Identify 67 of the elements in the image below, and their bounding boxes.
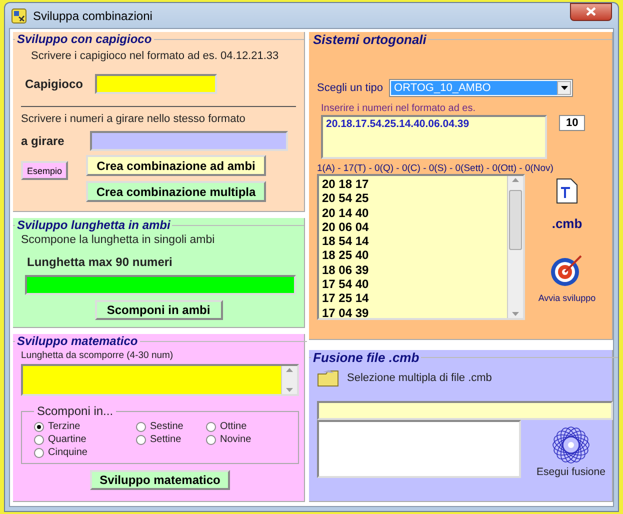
window-title: Sviluppa combinazioni (33, 8, 154, 22)
radio-option[interactable]: Novine (206, 433, 286, 446)
field-label: Capigioco (24, 77, 84, 91)
combination-row-text: 20 06 04 (322, 220, 370, 234)
section-title: Sistemi ortogonali (312, 32, 428, 47)
combination-row-text: 20 18 17 (322, 177, 370, 192)
combinations-list[interactable]: 20 18 17 20 54 25 20 14 40 20 06 04 18 54 14 18 25 40 18 06 39 17 54 40 17 25 14 17 04 39 (317, 174, 525, 320)
combination-row-text: 17 54 40 (322, 277, 370, 292)
lunghetta-area[interactable] (21, 364, 299, 396)
section-title: Sviluppo matematico (16, 334, 139, 348)
hint-text: Scrivere i capigioco nel formato ad es. 04.12.21.33 (31, 50, 279, 62)
scroll-down-icon[interactable] (512, 312, 519, 316)
radio-option[interactable]: Sestine (136, 420, 200, 433)
summary-text: 1(A) - 17(T) - 0(Q) - 0(C) - 0(S) - 0(Sett) - 0(Ott) - 0(Nov) (317, 163, 554, 174)
radio-option[interactable]: Ottine (206, 420, 286, 433)
radio-option[interactable]: Quartine (34, 433, 130, 446)
folder-icon[interactable] (317, 369, 339, 387)
radio-option[interactable]: Settine (136, 433, 200, 446)
section-title: Sviluppo lunghetta in ambi (16, 218, 172, 232)
close-button[interactable] (570, 3, 612, 20)
field-label: Lunghetta max 90 numeri (27, 255, 172, 269)
spiral-icon[interactable] (552, 426, 590, 464)
scroll-up-icon[interactable] (512, 178, 519, 182)
path-field[interactable] (317, 401, 613, 420)
numbers-area[interactable]: 20.18.17.54.25.14.40.06.04.39 (321, 115, 547, 159)
files-list[interactable] (317, 420, 521, 478)
hint-text: Scompone la lunghetta in singoli ambi (21, 234, 216, 246)
field-label: a girare (21, 134, 64, 148)
combination-row-text: 20 14 40 (322, 206, 370, 220)
numbers-field[interactable] (90, 131, 288, 151)
create-button[interactable]: Crea combinazione ad ambi (86, 155, 266, 176)
extension-label: .cmb (552, 216, 582, 231)
group-title: Scomponi in... (36, 404, 114, 418)
run-label: Esegui fusione (536, 466, 606, 478)
section-title: Sviluppo con capigioco (16, 32, 153, 46)
scrollbar[interactable] (507, 176, 523, 318)
dropdown-value: ORTOG_10_AMBO (391, 81, 558, 95)
target-icon[interactable] (550, 253, 584, 287)
radio-option[interactable]: Terzine (34, 420, 130, 433)
capigioco-field[interactable] (95, 74, 218, 94)
develop-button[interactable]: Sviluppo matematico (90, 470, 230, 490)
numbers-label: Inserire i numeri nel formato ad es. (321, 103, 476, 114)
field-label: Lunghetta da scomporre (4-30 num) (21, 350, 174, 361)
caret-icon (560, 86, 568, 90)
start-label: Avvia sviluppo (538, 293, 596, 303)
combination-row-text: 20 54 25 (322, 191, 370, 206)
close-icon (586, 7, 596, 16)
combination-row-text: 18 06 39 (322, 262, 370, 278)
scrollbar[interactable] (281, 366, 297, 394)
lunghetta-field[interactable] (25, 275, 296, 295)
app-icon (11, 8, 27, 24)
combination-row-text: 17 25 14 (322, 291, 370, 306)
text-file-icon[interactable] (556, 178, 578, 204)
scroll-up-icon[interactable] (286, 368, 293, 372)
split-button[interactable]: Scomponi in ambi (94, 300, 222, 320)
combination-row-text: 18 25 40 (322, 248, 370, 263)
type-label: Scegli un tipo (317, 82, 384, 94)
hint-text: Scrivere i numeri a girare nello stesso formato (21, 113, 246, 125)
section-title: Fusione file .cmb (312, 350, 420, 365)
example-button[interactable]: Esempio (21, 161, 68, 180)
create-button[interactable]: Crea combinazione multipla (86, 181, 266, 202)
radio-option[interactable]: Cinquine (34, 446, 130, 459)
select-label: Selezione multipla di file .cmb (347, 372, 492, 384)
count-field[interactable]: 10 (559, 115, 586, 131)
scroll-down-icon[interactable] (286, 388, 293, 392)
combination-row-text: 18 54 14 (322, 234, 370, 248)
combination-row-text: 17 04 39 (322, 306, 370, 320)
